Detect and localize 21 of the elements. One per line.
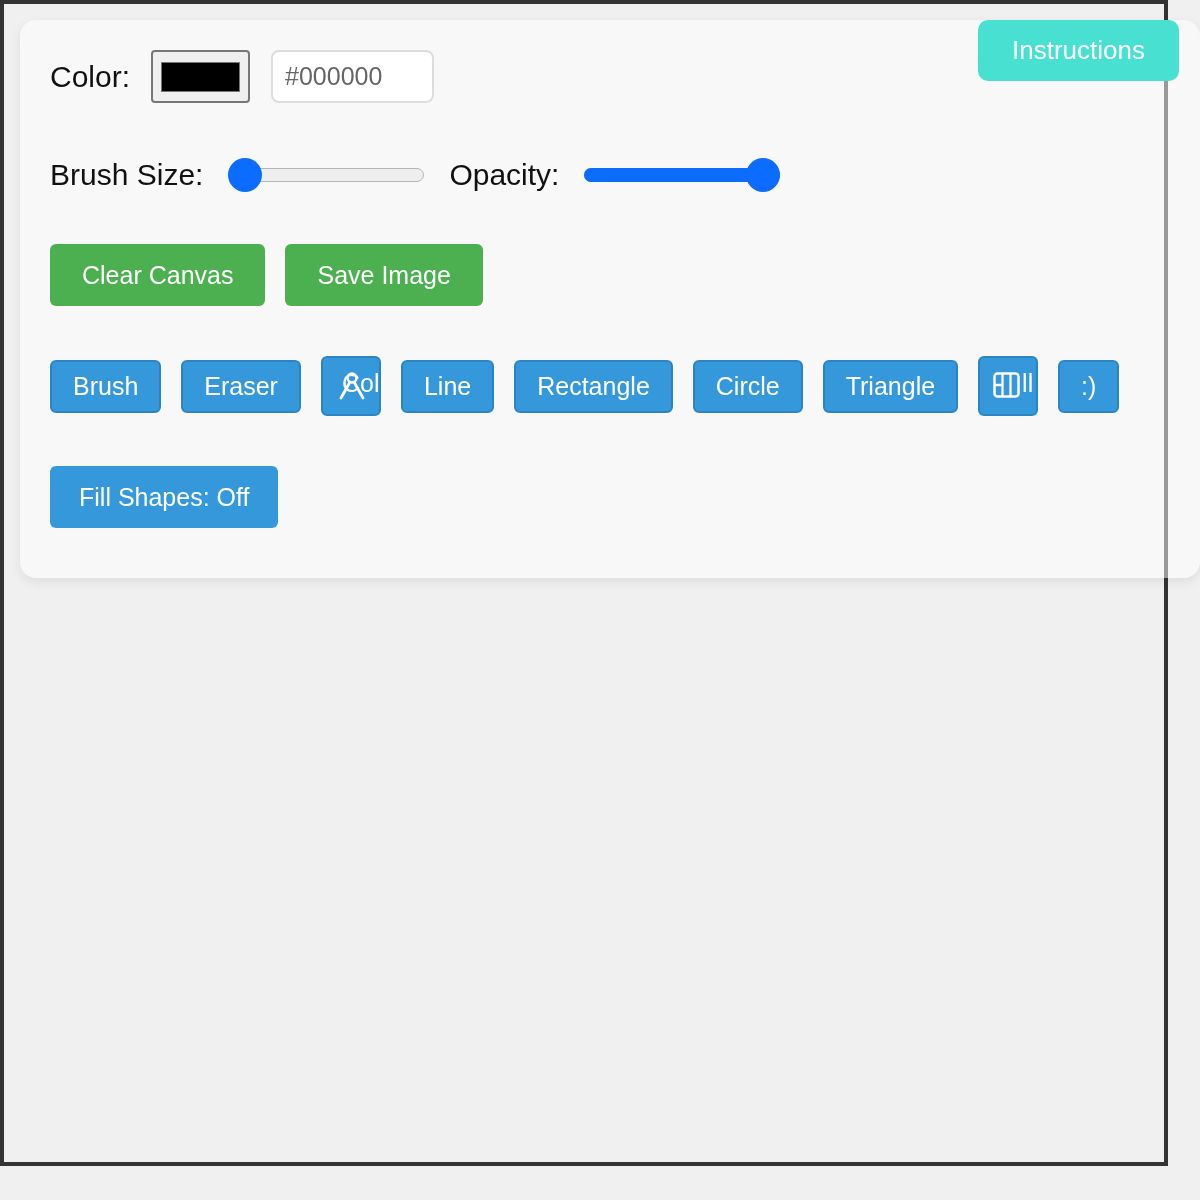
tool-button[interactable]: :) — [1058, 359, 1120, 413]
instructions-button[interactable]: Instructions — [978, 20, 1179, 81]
size-slider[interactable] — [228, 158, 425, 192]
color-label: Color: — [50, 59, 131, 94]
color-swatch[interactable] — [151, 50, 251, 103]
tool-button[interactable]: Brush — [50, 359, 162, 413]
tool-button[interactable]: ll — [978, 356, 1039, 416]
grid-icon — [993, 372, 1021, 398]
tool-button[interactable]: Rectangle — [514, 359, 673, 413]
tool-button[interactable]: Line — [400, 359, 495, 413]
fill-toggle-button[interactable]: Fill Shapes: Off — [50, 466, 279, 528]
action-button[interactable]: Save Image — [285, 244, 483, 306]
opacity-slider[interactable] — [584, 158, 781, 192]
action-button[interactable]: Clear Canvas — [50, 244, 266, 306]
hex-input[interactable]: #000000 — [271, 50, 435, 103]
tool-button[interactable]: Eraser — [181, 359, 301, 413]
slider-label: Opacity: — [449, 158, 560, 192]
tool-button[interactable]: Triangle — [822, 359, 959, 413]
tool-button[interactable]: Circle — [692, 359, 803, 413]
drawing-canvas[interactable] — [0, 0, 1168, 1166]
slider-label: Brush Size: — [50, 158, 204, 192]
